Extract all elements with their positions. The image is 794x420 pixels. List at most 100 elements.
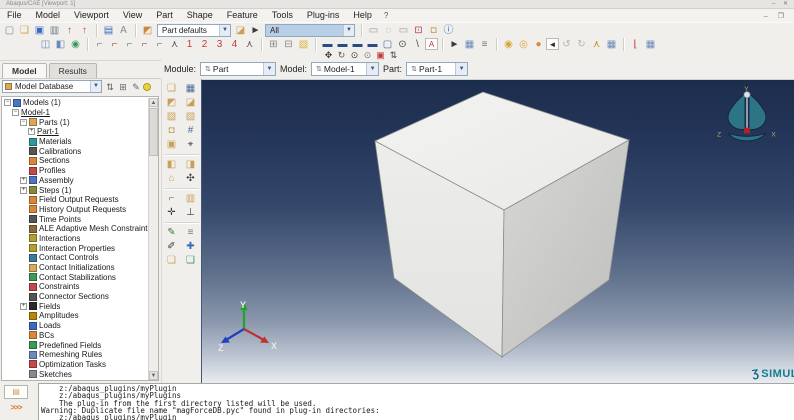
scroll-up-icon[interactable]: ▲ [149,98,158,107]
toolbox-tool-icon[interactable]: ▣ [164,138,180,151]
toolbox-tool-icon[interactable]: ◧ [164,158,180,171]
edge-display-icon-4[interactable]: ⌐ [137,38,152,51]
kernel-cli-tab[interactable]: >>> [4,401,28,415]
toolbox-tool-icon[interactable]: ▨ [164,110,180,123]
view-3-icon[interactable]: 3 [212,38,227,51]
part-combo[interactable]: ⇅ Part-1 ▼ [406,62,468,76]
person-badge-icon[interactable]: ⋏ [589,38,604,51]
tree-item-constraints[interactable]: Constraints [2,282,148,292]
stamp-red-icon-1[interactable]: ↑ [62,24,77,37]
menu-feature[interactable]: Feature [220,9,265,22]
screen-icon-3[interactable]: ▦ [643,38,658,51]
print-icon[interactable]: ▥ [47,24,62,37]
toolbox-tool-icon[interactable]: ⌖ [183,138,199,151]
tree-item-time-points[interactable]: Time Points [2,214,148,224]
view-1-icon[interactable]: 1 [182,38,197,51]
menu-model[interactable]: Model [29,9,68,22]
tree-item-predefined-fields[interactable]: Predefined Fields [2,340,148,350]
tree-item-materials[interactable]: Materials [2,137,148,147]
help-info-icon[interactable]: ⓘ [441,24,456,37]
apply-icon[interactable]: ⊞ [117,81,129,93]
origin-triad[interactable]: Y X Z [218,299,282,357]
part-cube[interactable] [202,80,794,383]
ladder-icon[interactable]: ▤ [101,24,116,37]
tree-item-connector-sections[interactable]: Connector Sections [2,292,148,302]
context-help-icon[interactable]: ? [379,11,393,20]
yellow-cube-icon[interactable]: ▧ [296,38,311,51]
tree-expander-icon[interactable]: + [28,128,35,135]
tree-item-contact-controls[interactable]: Contact Controls [2,253,148,263]
tree-expander-icon[interactable]: − [4,99,11,106]
edge-display-icon-1[interactable]: ⌐ [92,38,107,51]
scroll-thumb[interactable] [149,108,158,156]
tree-item-contact-initializations[interactable]: Contact Initializations [2,263,148,273]
dashed-box-icon[interactable]: ▭ [396,24,411,37]
red-target-box-icon[interactable]: ⊡ [411,24,426,37]
tree-item-parts-1[interactable]: −Parts (1) [2,117,148,127]
view-4-icon[interactable]: 4 [227,38,242,51]
aframe-icon[interactable]: A [116,24,131,37]
toolbox-tool-icon[interactable]: ❏ [164,254,180,267]
toolbox-tool-icon[interactable]: ❏ [183,254,199,267]
venn-icon-2[interactable]: ◎ [516,38,531,51]
tree-item-field-output-requests[interactable]: Field Output Requests [2,195,148,205]
palette-icon[interactable]: ◩ [140,24,155,37]
message-area-tab[interactable]: ▤ [4,385,28,399]
tree-item-profiles[interactable]: Profiles [2,166,148,176]
menu-viewport[interactable]: Viewport [67,9,116,22]
window-controls[interactable]: – ✕ [772,0,791,8]
view-compass[interactable]: Y Z X [716,86,778,148]
tree-item-fields[interactable]: +Fields [2,301,148,311]
list-icon[interactable]: ≡ [477,38,492,51]
tree-item-sections[interactable]: Sections [2,156,148,166]
tree-item-part-1[interactable]: +Part-1 [2,127,148,137]
probe-flag-icon[interactable]: ◄ [546,38,559,50]
iso-box-icon-2[interactable]: ⊟ [281,38,296,51]
color-dialog-icon[interactable]: ◪ [233,24,248,37]
tree-item-amplitudes[interactable]: Amplitudes [2,311,148,321]
tree-item-ale-adaptive-mesh-constraints[interactable]: ALE Adaptive Mesh Constraints [2,224,148,234]
toolbox-tool-icon[interactable]: ✎ [164,226,180,239]
tab-model[interactable]: Model [2,63,47,78]
tree-item-interaction-properties[interactable]: Interaction Properties [2,243,148,253]
edge-display-icon-3[interactable]: ⌐ [122,38,137,51]
color-code-combo[interactable]: Part defaults▼ [157,24,231,37]
tree-expander-icon[interactable]: + [20,187,27,194]
tree-expander-icon[interactable]: + [20,303,27,310]
tree-item-optimization-tasks[interactable]: Optimization Tasks [2,360,148,370]
toolbox-tool-icon[interactable]: ✣ [183,172,199,185]
tree-item-loads[interactable]: Loads [2,321,148,331]
annotate-a-icon[interactable]: A [425,38,438,50]
toolbox-tool-icon[interactable]: ⌐ [164,192,180,205]
menu-shape[interactable]: Shape [180,9,220,22]
shaded-render-icon[interactable]: ◉ [68,38,83,51]
tree-item-remeshing-rules[interactable]: Remeshing Rules [2,350,148,360]
tree-item-bcs[interactable]: BCs [2,331,148,341]
edge-display-icon-2[interactable]: ⌐ [107,38,122,51]
module-combo[interactable]: ⇅ Part ▼ [200,62,276,76]
ring-icon[interactable]: ◌ [381,24,396,37]
toolbox-tool-icon[interactable]: ▥ [183,192,199,205]
tree-item-models-1[interactable]: −Models (1) [2,98,148,108]
bulb-icon[interactable] [143,83,151,91]
toolbox-tool-icon[interactable]: ⌂ [164,172,180,185]
menu-view[interactable]: View [116,9,149,22]
eraser-icon[interactable]: ▭ [366,24,381,37]
arrow-pointer-icon[interactable]: ► [447,38,462,51]
new-file-icon[interactable]: ▢ [2,24,17,37]
mdi-window-controls[interactable]: ‒ ❐ [764,12,794,20]
edge-display-icon-5[interactable]: ⌐ [152,38,167,51]
tree-expander-icon[interactable]: − [12,109,19,116]
scroll-down-icon[interactable]: ▼ [149,371,158,380]
toolbox-tool-icon[interactable]: ✐ [164,240,180,253]
screen-icon-1[interactable]: ▦ [462,38,477,51]
tree-item-calibrations[interactable]: Calibrations [2,146,148,156]
menu-tools[interactable]: Tools [265,9,300,22]
bracket-icon[interactable]: ⌊ [628,38,643,51]
toolbox-tool-icon[interactable]: ◩ [164,96,180,109]
toolbox-tool-icon[interactable]: ✛ [164,206,180,219]
tab-results[interactable]: Results [49,63,97,78]
person-icon-2[interactable]: ⋏ [242,38,257,51]
tree-item-sketches[interactable]: Sketches [2,369,148,379]
screen-icon-2[interactable]: ▦ [604,38,619,51]
